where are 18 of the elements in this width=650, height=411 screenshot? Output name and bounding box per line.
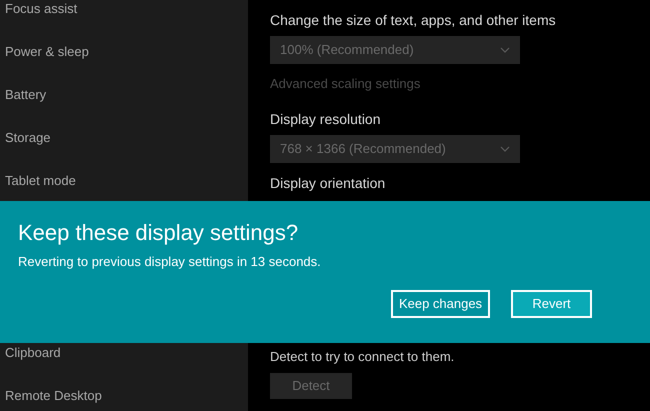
sidebar-item[interactable]: Storage xyxy=(0,129,51,147)
dropdown-value: 768 × 1366 (Recommended) xyxy=(280,140,446,158)
section-heading: Display orientation xyxy=(270,174,386,193)
sidebar-item[interactable]: Focus assist xyxy=(0,0,78,18)
dialog-message: Reverting to previous display settings in 13 seconds. xyxy=(18,253,322,271)
sidebar-item[interactable]: Power & sleep xyxy=(0,43,89,61)
description-text: Detect to try to connect to them. xyxy=(270,348,454,366)
sidebar-item[interactable]: Remote Desktop xyxy=(0,387,102,405)
sidebar-item[interactable]: Tablet mode xyxy=(0,172,76,190)
dropdown-value: 100% (Recommended) xyxy=(280,41,414,60)
sidebar-item[interactable]: Battery xyxy=(0,86,46,104)
dialog-button[interactable]: Keep changes xyxy=(391,290,490,318)
chevron-down-icon xyxy=(500,146,510,152)
dialog-title: Keep these display settings? xyxy=(18,219,300,247)
sidebar-item[interactable]: Clipboard xyxy=(0,344,61,362)
section-heading: Change the size of text, apps, and other items xyxy=(270,11,556,30)
chevron-down-icon xyxy=(500,47,510,53)
section-heading: Display resolution xyxy=(270,110,380,129)
